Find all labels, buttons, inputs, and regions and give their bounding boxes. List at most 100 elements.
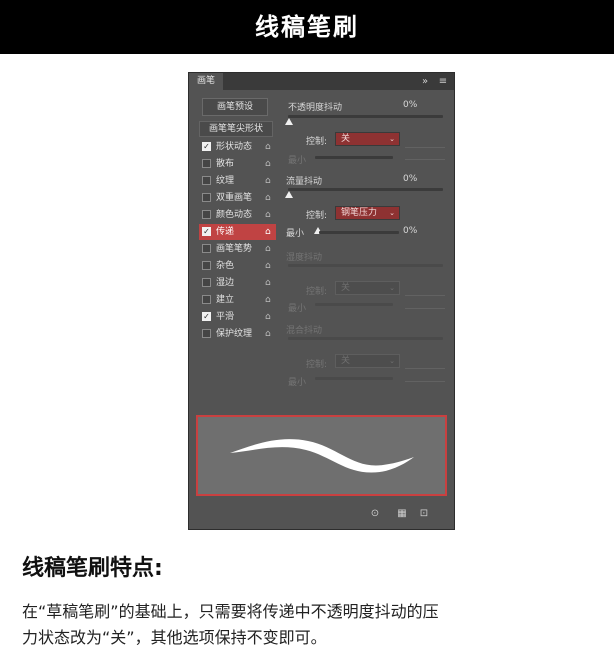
lock-icon[interactable]: ⌂ [265,292,271,308]
page-title: 线稿笔刷 [255,13,359,41]
option-dual-brush[interactable]: 双重画笔 ⌂ [199,190,276,206]
mix-control-label: 控制: [306,360,328,370]
brush-stroke-preview-icon [230,439,414,473]
eye-brush-icon[interactable]: ⊙ [367,507,383,521]
flow-control-label: 控制: [306,211,328,221]
description-line-2: 力状态改为“关”，其他选项保持不变即可。 [22,628,327,647]
checkbox[interactable] [202,193,211,202]
stroke-preview [196,415,447,496]
option-brush-pose[interactable]: 画笔笔势 ⌂ [199,241,276,257]
opacity-jitter-thumb[interactable] [285,118,293,125]
description-line-1: 在“草稿笔刷”的基础上，只需要将传递中不透明度抖动的压 [22,602,439,621]
brush-tip-shape-button[interactable]: 画笔笔尖形状 [199,121,273,137]
checkbox[interactable]: ✓ [202,312,211,321]
chevron-down-icon: ⌄ [389,284,395,292]
option-label: 建立 [216,295,235,305]
checkbox[interactable] [202,278,211,287]
brush-preset-button[interactable]: 画笔预设 [202,98,268,116]
opacity-min-slider[interactable] [315,156,393,159]
lock-icon[interactable]: ⌂ [265,207,271,223]
lock-icon[interactable]: ⌂ [265,309,271,325]
panel-titlebar [189,73,454,90]
opacity-control-label: 控制: [306,137,328,147]
brush-panel: 画笔 » ≡ 画笔预设 画笔笔尖形状 ✓ 形状动态 ⌂ 散布 ⌂ 纹理 ⌂ 双重… [188,72,455,530]
chevron-down-icon: ⌄ [389,135,395,143]
lock-icon[interactable]: ⌂ [265,156,271,172]
flow-min-slider[interactable] [319,231,399,234]
option-wet-edges[interactable]: 湿边 ⌂ [199,275,276,291]
wetness-min-slider[interactable] [315,303,393,306]
option-label: 纹理 [216,176,235,186]
lock-icon[interactable]: ⌂ [265,241,271,257]
option-smoothing[interactable]: ✓ 平滑 ⌂ [199,309,276,325]
lock-icon[interactable]: ⌂ [265,258,271,274]
panel-menu-icon[interactable]: ≡ [436,74,450,89]
select-value: 关 [341,134,351,144]
wetness-control-select[interactable]: 关 ⌄ [335,281,400,295]
opacity-jitter-label: 不透明度抖动 [288,103,343,113]
flow-jitter-thumb[interactable] [285,191,293,198]
checkbox[interactable]: ✓ [202,227,211,236]
divider [405,308,445,309]
divider [405,159,445,160]
option-shape-dynamics[interactable]: ✓ 形状动态 ⌂ [199,139,276,155]
option-protect-texture[interactable]: 保护纹理 ⌂ [199,326,276,342]
checkbox[interactable] [202,244,211,253]
option-color-dynamics[interactable]: 颜色动态 ⌂ [199,207,276,223]
flow-control-select[interactable]: 钢笔压力 ⌄ [335,206,400,220]
select-value: 关 [341,356,351,366]
option-texture[interactable]: 纹理 ⌂ [199,173,276,189]
checkbox[interactable] [202,159,211,168]
option-label: 双重画笔 [216,193,253,203]
mix-min-slider[interactable] [315,377,393,380]
option-build-up[interactable]: 建立 ⌂ [199,292,276,308]
checkbox[interactable] [202,295,211,304]
mix-control-select[interactable]: 关 ⌄ [335,354,400,368]
checkbox[interactable] [202,210,211,219]
checkbox[interactable] [202,329,211,338]
opacity-jitter-value: 0% [403,100,418,110]
lock-icon[interactable]: ⌂ [265,190,271,206]
section-heading: 线稿笔刷特点: [22,556,163,581]
option-label: 传递 [216,227,235,237]
checkbox[interactable]: ✓ [202,142,211,151]
option-label: 散布 [216,159,235,169]
option-noise[interactable]: 杂色 ⌂ [199,258,276,274]
option-scatter[interactable]: 散布 ⌂ [199,156,276,172]
divider [405,368,445,369]
new-preset-icon[interactable]: ⊡ [417,507,431,521]
wetness-jitter-label: 湿度抖动 [286,253,323,263]
lock-icon[interactable]: ⌂ [265,139,271,155]
option-label: 画笔笔势 [216,244,253,254]
option-label: 颜色动态 [216,210,253,220]
flow-jitter-label: 流量抖动 [286,177,323,187]
lock-icon[interactable]: ⌂ [265,275,271,291]
checkbox[interactable] [202,261,211,270]
flow-min-label: 最小 [286,229,305,239]
lock-icon[interactable]: ⌂ [265,224,271,240]
flow-min-value: 0% [403,226,418,236]
opacity-control-select[interactable]: 关 ⌄ [335,132,400,146]
lock-icon[interactable]: ⌂ [265,173,271,189]
option-label: 平滑 [216,312,235,322]
mix-jitter-label: 混合抖动 [286,326,323,336]
tab-brush[interactable]: 画笔 [189,73,224,90]
select-value: 关 [341,283,351,293]
grid-icon[interactable]: ▦ [395,507,409,521]
lock-icon[interactable]: ⌂ [265,326,271,342]
option-label: 杂色 [216,261,235,271]
option-transfer[interactable]: ✓ 传递 ⌂ [199,224,276,240]
flow-jitter-slider[interactable] [288,188,443,191]
flow-jitter-value: 0% [403,174,418,184]
divider [405,381,445,382]
option-label: 湿边 [216,278,235,288]
mix-min-label: 最小 [288,378,307,388]
checkbox[interactable] [202,176,211,185]
collapse-icon[interactable]: » [418,74,432,89]
chevron-down-icon: ⌄ [389,357,395,365]
opacity-jitter-slider[interactable] [288,115,443,118]
chevron-down-icon: ⌄ [389,209,395,217]
wetness-jitter-slider[interactable] [288,264,443,267]
mix-jitter-slider[interactable] [288,337,443,340]
wetness-min-label: 最小 [288,304,307,314]
